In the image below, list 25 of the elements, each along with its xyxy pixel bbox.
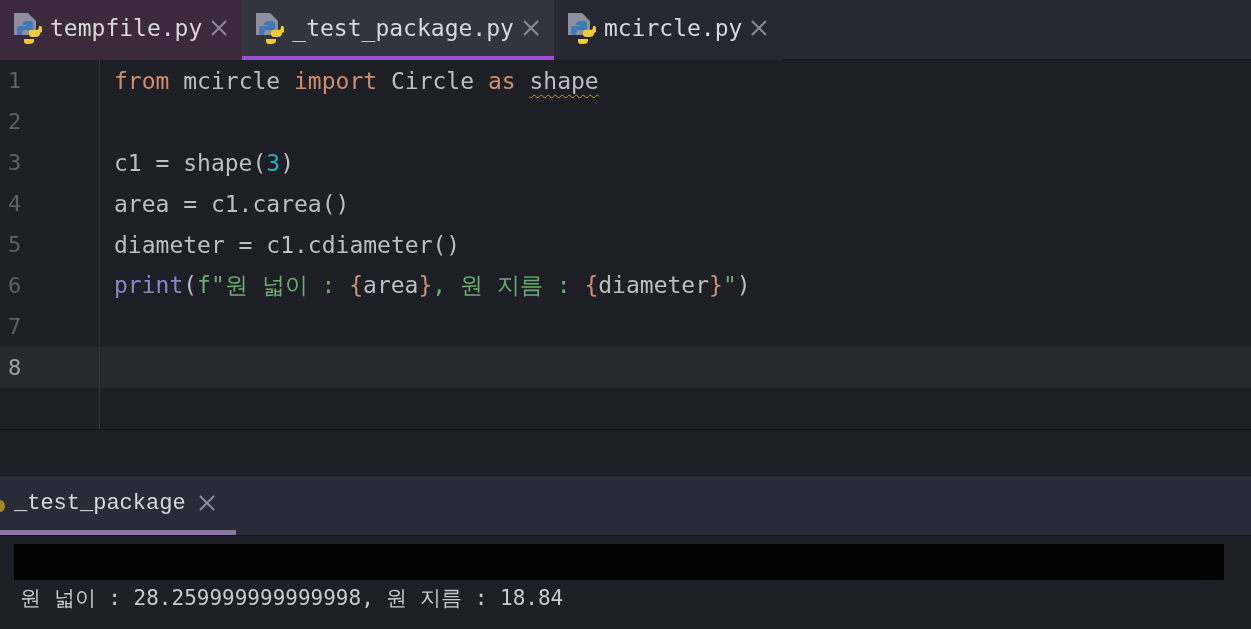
editor-tab[interactable]: tempfile.py [0,0,243,60]
line-number: 4 [0,183,100,224]
tab-label: _test_package.py [292,15,514,41]
line-number: 3 [0,142,100,183]
close-icon[interactable] [750,19,769,37]
line-number: 1 [0,60,100,101]
code-line: from mcircle import Circle as shape [113,67,599,94]
line-number: 8 [0,347,100,388]
line-number: 5 [0,224,100,265]
close-icon[interactable] [521,19,540,37]
code-line: area = c1.carea() [113,190,350,217]
line-number: 6 [0,265,100,306]
python-file-icon [565,11,596,45]
close-icon[interactable] [197,494,216,512]
tab-label: mcircle.py [603,15,743,41]
code-line: diameter = c1.cdiameter() [113,231,461,258]
console-output: 원 넓이 : 28.259999999999998, 원 지름 : 18.84 [19,585,565,612]
editor-tab[interactable]: _test_package.py [242,0,554,60]
code-line: print(f"원 넓이 : {area}, 원 지름 : {diameter}") [113,271,751,300]
code-line: c1 = shape(3) [113,149,295,176]
tab-label: tempfile.py [50,15,203,41]
close-icon[interactable] [210,19,229,37]
python-file-icon [254,11,285,45]
line-number: 2 [0,101,100,142]
python-file-icon [12,11,42,45]
